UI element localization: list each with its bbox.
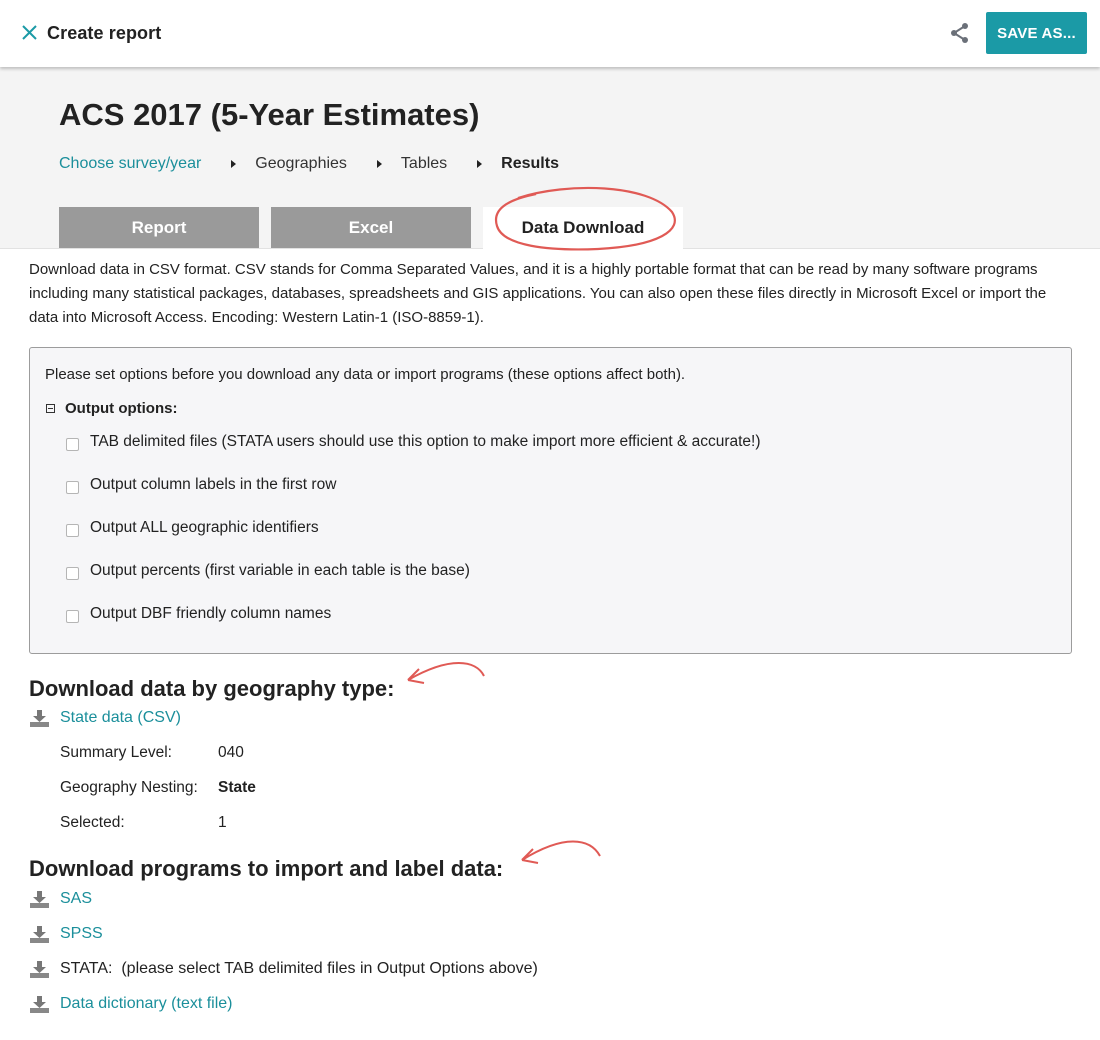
breadcrumb-separator-icon bbox=[231, 160, 237, 168]
tab-label: Report bbox=[131, 217, 187, 237]
annotation-arrow bbox=[407, 662, 485, 684]
summary-level-value: 040 bbox=[218, 744, 244, 761]
data-dictionary-link[interactable]: Data dictionary (text file) bbox=[60, 995, 233, 1013]
checkbox[interactable] bbox=[66, 609, 79, 623]
topbar-title: Create report bbox=[47, 23, 162, 43]
sas-link[interactable]: SAS bbox=[60, 890, 92, 908]
option-dbf-names[interactable]: Output DBF friendly column names bbox=[66, 605, 331, 623]
breadcrumb-choose-survey[interactable]: Choose survey/year bbox=[59, 155, 201, 173]
option-label: Output column labels in the first row bbox=[90, 476, 337, 493]
geography-nesting-label: Geography Nesting: bbox=[60, 779, 198, 796]
programs-heading: Download programs to import and label da… bbox=[29, 856, 504, 881]
stata-note: STATA: (please select TAB delimited file… bbox=[60, 960, 538, 977]
annotation-arrow bbox=[521, 840, 601, 864]
output-options-panel: Please set options before you download a… bbox=[29, 347, 1072, 654]
download-icon bbox=[30, 890, 49, 908]
intro-text: Download data in CSV format. CSV stands … bbox=[29, 261, 1047, 326]
checkbox[interactable] bbox=[66, 480, 79, 494]
checkbox[interactable] bbox=[66, 566, 79, 580]
geography-heading: Download data by geography type: bbox=[29, 676, 395, 701]
breadcrumb-geographies[interactable]: Geographies bbox=[255, 155, 347, 173]
option-all-geo-identifiers[interactable]: Output ALL geographic identifiers bbox=[66, 519, 319, 537]
tab-excel[interactable]: Excel bbox=[271, 207, 471, 248]
state-data-download[interactable]: State data (CSV) bbox=[30, 709, 181, 727]
share-icon[interactable] bbox=[948, 21, 972, 45]
sas-download[interactable]: SAS bbox=[30, 890, 92, 908]
breadcrumb-separator-icon bbox=[477, 160, 483, 168]
download-icon bbox=[30, 925, 49, 943]
report-header: ACS 2017 (5-Year Estimates) Choose surve… bbox=[0, 67, 1100, 249]
breadcrumb-separator-icon bbox=[376, 160, 382, 168]
selected-label: Selected: bbox=[60, 814, 125, 831]
option-label: TAB delimited files (STATA users should … bbox=[90, 433, 761, 450]
option-label: Output percents (first variable in each … bbox=[90, 562, 470, 579]
close-icon[interactable] bbox=[20, 22, 40, 44]
download-icon bbox=[30, 995, 49, 1013]
option-percents[interactable]: Output percents (first variable in each … bbox=[66, 562, 470, 580]
option-column-labels[interactable]: Output column labels in the first row bbox=[66, 476, 336, 494]
option-tab-delimited[interactable]: TAB delimited files (STATA users should … bbox=[66, 433, 761, 451]
tab-label: Excel bbox=[348, 217, 394, 237]
summary-level-label: Summary Level: bbox=[60, 744, 172, 761]
geography-nesting-value: State bbox=[218, 779, 256, 796]
top-bar: Create report SAVE AS... bbox=[0, 0, 1100, 67]
breadcrumb: Choose survey/year Geographies Tables Re… bbox=[59, 155, 559, 173]
collapse-icon[interactable] bbox=[46, 404, 55, 413]
breadcrumb-tables[interactable]: Tables bbox=[401, 155, 447, 173]
page-title: ACS 2017 (5-Year Estimates) bbox=[59, 97, 480, 132]
state-data-link[interactable]: State data (CSV) bbox=[60, 709, 181, 727]
data-dictionary-download[interactable]: Data dictionary (text file) bbox=[30, 995, 233, 1013]
spss-link[interactable]: SPSS bbox=[60, 925, 103, 943]
options-note: Please set options before you download a… bbox=[45, 366, 686, 383]
download-icon bbox=[30, 709, 49, 727]
tab-report[interactable]: Report bbox=[59, 207, 259, 248]
tab-data-download[interactable]: Data Download bbox=[483, 207, 683, 249]
output-options-heading: Output options: bbox=[65, 400, 178, 417]
tab-label: Data Download bbox=[521, 218, 645, 237]
stata-download: STATA: (please select TAB delimited file… bbox=[30, 960, 538, 978]
breadcrumb-results: Results bbox=[501, 155, 559, 172]
save-as-button[interactable]: SAVE AS... bbox=[986, 12, 1087, 54]
option-label: Output DBF friendly column names bbox=[90, 605, 332, 622]
selected-value: 1 bbox=[218, 814, 227, 831]
spss-download[interactable]: SPSS bbox=[30, 925, 103, 943]
download-icon bbox=[30, 960, 49, 978]
option-label: Output ALL geographic identifiers bbox=[90, 519, 319, 536]
checkbox[interactable] bbox=[66, 437, 79, 451]
checkbox[interactable] bbox=[66, 523, 79, 537]
